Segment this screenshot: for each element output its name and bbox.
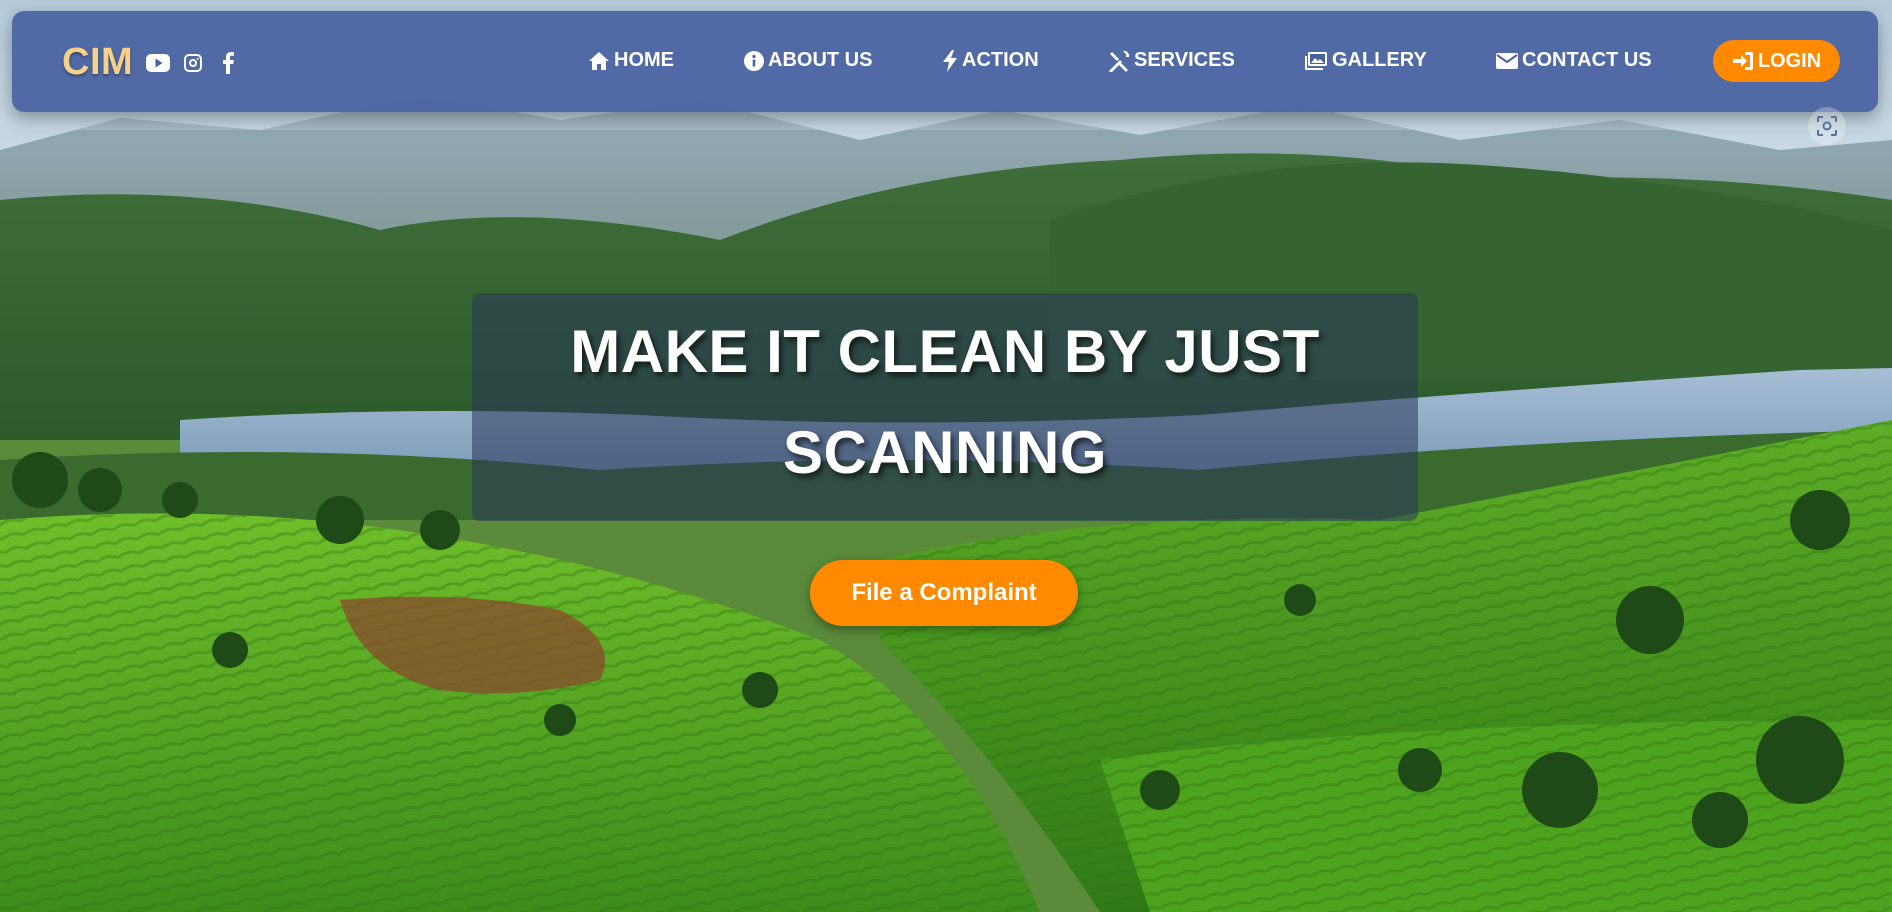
- home-icon: [589, 51, 609, 70]
- sign-in-icon: [1732, 52, 1753, 70]
- youtube-icon[interactable]: [145, 50, 171, 76]
- facebook-icon[interactable]: [215, 50, 241, 76]
- instagram-icon[interactable]: [180, 50, 206, 76]
- login-label: LOGIN: [1757, 49, 1822, 72]
- nav-item-label: GALLERY: [1332, 49, 1427, 71]
- nav-item-label: ABOUT US: [768, 49, 873, 71]
- hero-title-line-2: SCANNING: [782, 419, 1107, 486]
- nav-item-gallery[interactable]: GALLERY: [1304, 49, 1427, 72]
- nav-item-contact-us[interactable]: CONTACT US: [1496, 49, 1652, 72]
- nav-item-action[interactable]: ACTION: [942, 49, 1039, 72]
- envelope-icon: [1496, 52, 1518, 69]
- bolt-icon: [943, 49, 957, 72]
- nav-item-services[interactable]: SERVICES: [1108, 49, 1235, 72]
- brand: CIM: [62, 41, 241, 84]
- images-icon: [1305, 51, 1327, 70]
- tools-icon: [1109, 50, 1130, 72]
- brand-logo-text[interactable]: CIM: [62, 41, 133, 84]
- navbar: CIM HOME ABOUT US ACTION SERVICES GALLER…: [12, 11, 1878, 112]
- hero-title-line-1: MAKE IT CLEAN BY JUST: [570, 318, 1320, 385]
- file-complaint-button[interactable]: File a Complaint: [810, 560, 1078, 626]
- social-links: [145, 50, 241, 76]
- hero-title: MAKE IT CLEAN BY JUST SCANNING: [472, 306, 1418, 508]
- info-icon: [744, 50, 764, 71]
- scan-icon[interactable]: [1808, 107, 1846, 145]
- nav-item-label: ACTION: [962, 49, 1039, 71]
- nav-item-label: SERVICES: [1134, 49, 1235, 71]
- nav-item-home[interactable]: HOME: [588, 49, 674, 72]
- nav-item-about-us[interactable]: ABOUT US: [744, 49, 872, 72]
- nav-item-label: CONTACT US: [1522, 49, 1652, 71]
- nav-item-label: HOME: [614, 49, 674, 71]
- login-button[interactable]: LOGIN: [1713, 40, 1840, 82]
